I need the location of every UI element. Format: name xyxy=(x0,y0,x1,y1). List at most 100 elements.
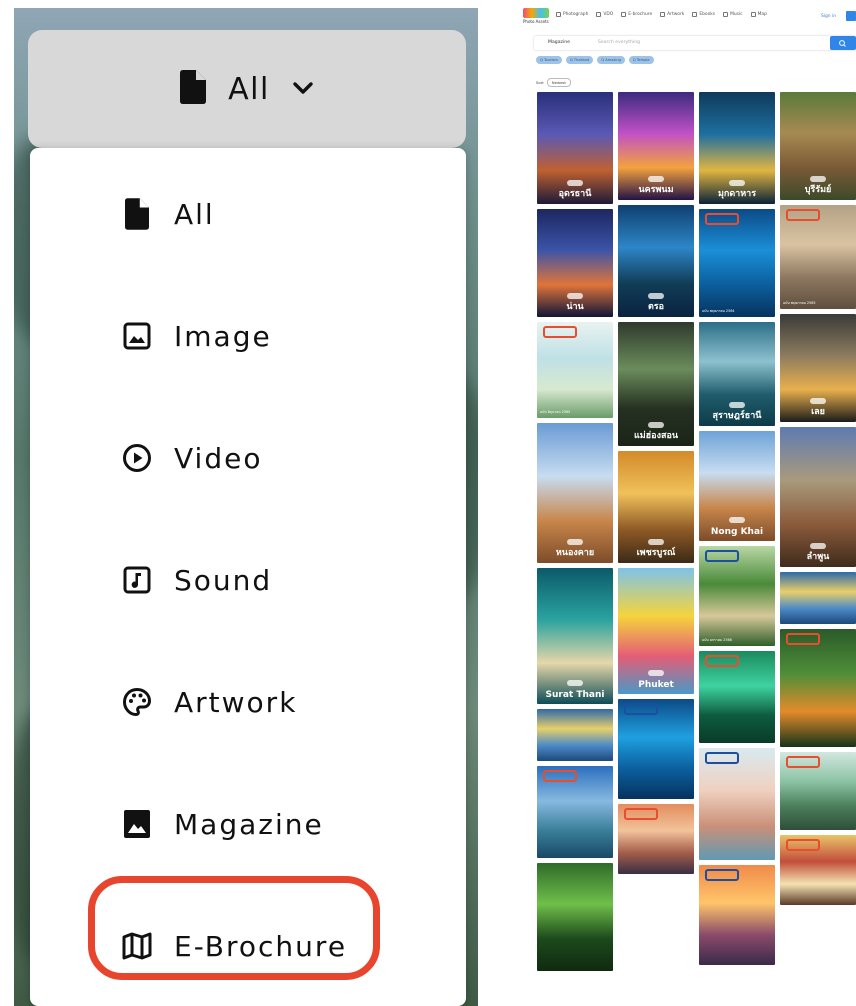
cover-title: เลย xyxy=(811,407,825,417)
osan-logo-icon xyxy=(624,808,658,820)
brochure-card[interactable]: Surat Thani xyxy=(537,568,613,704)
osan-logo-icon xyxy=(543,770,577,782)
brochure-card[interactable] xyxy=(537,863,613,971)
menu-item-sound[interactable]: Sound xyxy=(30,532,466,628)
nav-item-vdo[interactable]: VDO xyxy=(596,12,613,17)
tag-chip[interactable]: Q Thailand xyxy=(565,56,594,64)
brochure-card[interactable]: ฉบับ พฤษภาคม 2564 xyxy=(699,209,775,317)
osan-logo-icon xyxy=(705,655,739,667)
brochure-card[interactable] xyxy=(780,752,856,830)
brochure-card[interactable]: Phuket xyxy=(618,568,694,694)
cover-title: มุกดาหาร xyxy=(717,189,757,199)
brochure-card[interactable] xyxy=(618,699,694,799)
tat-logo-icon xyxy=(729,517,745,523)
brochure-card[interactable]: บุรีรัมย์ xyxy=(780,92,856,200)
cover-title: แม่ฮ่องสอน xyxy=(633,431,679,441)
brochure-card[interactable]: Nong Khai xyxy=(699,431,775,541)
brochure-card[interactable] xyxy=(699,651,775,743)
menu-item-label: Sound xyxy=(174,563,273,597)
brochure-card[interactable]: เพชรบูรณ์ xyxy=(618,451,694,563)
site-logo[interactable]: Photo Assets xyxy=(523,8,549,26)
sort-select[interactable]: Newest xyxy=(546,78,571,87)
brochure-card[interactable]: มุกดาหาร xyxy=(699,92,775,204)
tag-chip[interactable]: Q Tourism xyxy=(536,56,562,64)
cover-title: หนองคาย xyxy=(555,548,595,558)
nav-icon xyxy=(621,12,627,17)
nav-icon xyxy=(596,12,602,17)
cover-title: ลำพูน xyxy=(806,552,830,562)
osan-logo-icon xyxy=(705,869,739,881)
nav-item-map[interactable]: Map xyxy=(750,12,767,17)
account-button[interactable] xyxy=(846,11,856,21)
tag-chip[interactable]: Q Amazing xyxy=(597,56,625,64)
nav-item-photograph[interactable]: Photograph xyxy=(556,12,588,17)
nav-icon xyxy=(723,12,729,17)
cover-footer: ฉบับ พฤษภาคม 2564 xyxy=(702,309,735,313)
e-brochure-highlight-ring xyxy=(88,876,380,980)
brochure-card[interactable] xyxy=(780,572,856,624)
brochure-card[interactable]: นครพนม xyxy=(618,92,694,200)
brochure-card[interactable]: เลย xyxy=(780,314,856,422)
brochure-card[interactable]: ฉบับ พฤษภาคม 2565 xyxy=(780,205,856,309)
type-filter-dropdown-button[interactable]: All xyxy=(28,30,466,148)
tag-chips: Q Tourism Q Thailand Q Amazing Q Temple xyxy=(536,56,654,64)
osan-logo-icon xyxy=(705,550,739,562)
menu-item-magazine[interactable]: Magazine xyxy=(30,776,466,872)
brochure-card[interactable] xyxy=(537,766,613,858)
cover-title: บุรีรัมย์ xyxy=(804,185,832,195)
menu-item-label: Image xyxy=(174,319,272,353)
chevron-down-icon xyxy=(292,80,314,99)
nav-item-e-brochure[interactable]: E-brochure xyxy=(621,12,652,17)
search-bar: Magazine Search everything xyxy=(534,36,856,50)
brochure-card[interactable]: ฉบับ มิถุนายน 2565 xyxy=(537,322,613,418)
sort-label: Sort xyxy=(536,80,544,85)
osan-logo-icon xyxy=(543,326,577,338)
cover-title: Phuket xyxy=(638,680,674,690)
brochure-card[interactable] xyxy=(780,629,856,747)
nav-item-label: Map xyxy=(757,12,767,17)
nav-item-label: Photograph xyxy=(563,12,589,17)
logo-mark xyxy=(523,8,549,18)
brochure-card[interactable]: ตรอ xyxy=(618,205,694,317)
brochure-card[interactable] xyxy=(780,835,856,905)
osan-logo-icon xyxy=(786,756,820,768)
tat-logo-icon xyxy=(648,670,664,676)
menu-item-all[interactable]: All xyxy=(30,166,466,262)
brochure-card[interactable]: แม่ฮ่องสอน xyxy=(618,322,694,446)
osan-logo-icon xyxy=(786,839,820,851)
brochure-card[interactable] xyxy=(537,709,613,761)
play-circle-icon xyxy=(122,442,152,474)
brochure-card[interactable]: สุราษฎร์ธานี xyxy=(699,322,775,426)
search-button[interactable] xyxy=(830,36,856,50)
brochure-card[interactable]: น่าน xyxy=(537,209,613,317)
menu-item-video[interactable]: Video xyxy=(30,410,466,506)
cover-title: ตรอ xyxy=(647,302,665,312)
brochure-card[interactable]: อุดรธานี xyxy=(537,92,613,204)
nav-item-music[interactable]: Music xyxy=(723,12,743,17)
sign-in-link[interactable]: Sign in xyxy=(821,14,836,19)
site-nav: Photograph VDO E-brochure Artwork Ebooks Musi… xyxy=(556,12,767,17)
search-type-select[interactable]: Magazine xyxy=(548,40,570,45)
nav-item-label: Artwork xyxy=(667,12,685,17)
brochure-card[interactable]: ลำพูน xyxy=(780,427,856,567)
cover-title: เพชรบูรณ์ xyxy=(636,548,676,558)
menu-item-label: Video xyxy=(174,441,263,475)
brochure-card[interactable] xyxy=(699,865,775,965)
bookmark-image-icon xyxy=(122,808,152,840)
composite-screenshot: All All Image Video Sound Artwork Magazi… xyxy=(0,0,856,1006)
nav-item-label: VDO xyxy=(603,12,614,17)
osan-logo-icon xyxy=(786,209,820,221)
brochure-card[interactable] xyxy=(618,804,694,874)
nav-item-artwork[interactable]: Artwork xyxy=(660,12,684,17)
osan-logo-icon xyxy=(786,633,820,645)
cover-title: สุราษฎร์ธานี xyxy=(712,411,762,421)
nav-item-ebooks[interactable]: Ebooks xyxy=(692,12,715,17)
tag-chip[interactable]: Q Temple xyxy=(628,56,654,64)
menu-item-image[interactable]: Image xyxy=(30,288,466,384)
brochure-card[interactable]: หนองคาย xyxy=(537,423,613,563)
brochure-card[interactable]: ฉบับ มกราคม 2566 xyxy=(699,546,775,646)
file-icon xyxy=(122,198,152,230)
brochure-card[interactable] xyxy=(699,748,775,860)
search-input[interactable]: Search everything xyxy=(598,40,640,45)
menu-item-artwork[interactable]: Artwork xyxy=(30,654,466,750)
